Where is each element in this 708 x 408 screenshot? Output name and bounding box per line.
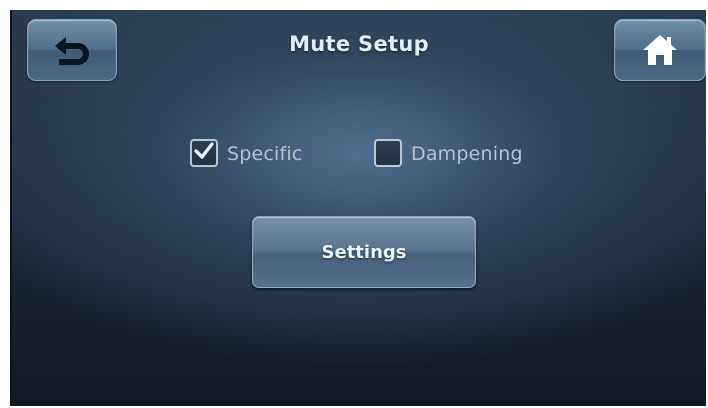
mute-setup-screen: Mute Setup Specific Dampening Settings (10, 10, 706, 406)
page-title: Mute Setup (289, 32, 429, 56)
dampening-option[interactable]: Dampening (374, 137, 523, 169)
dampening-checkbox[interactable] (374, 139, 402, 167)
dampening-label: Dampening (411, 143, 523, 165)
home-button[interactable] (614, 19, 706, 81)
checkmark-icon (193, 141, 215, 165)
specific-checkbox[interactable] (190, 139, 218, 167)
specific-label: Specific (227, 143, 303, 165)
mute-mode-options: Specific Dampening (12, 137, 706, 169)
specific-option[interactable]: Specific (190, 137, 303, 169)
settings-button[interactable]: Settings (252, 216, 476, 288)
home-icon (641, 33, 679, 67)
